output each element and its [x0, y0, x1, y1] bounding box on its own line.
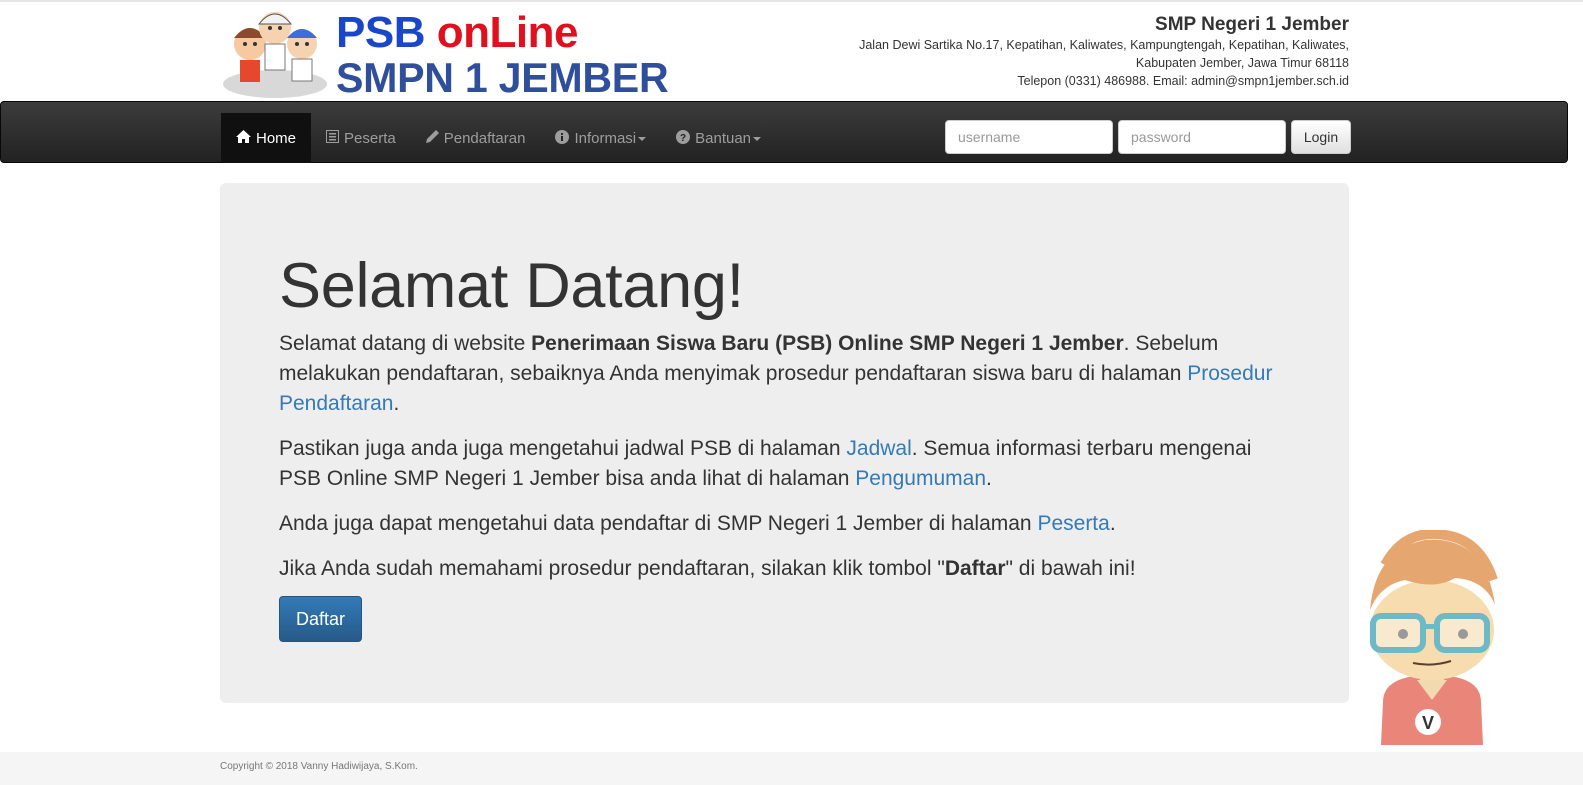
jadwal-link[interactable]: Jadwal [846, 437, 911, 460]
paragraph-peserta: Anda juga dapat mengetahui data pendafta… [279, 509, 1289, 539]
nav-label-peserta: Peserta [344, 129, 396, 147]
login-form: Login [945, 120, 1351, 154]
paragraph-intro: Selamat datang di website Penerimaan Sis… [279, 329, 1289, 419]
login-button[interactable]: Login [1291, 120, 1351, 154]
username-input[interactable] [945, 120, 1113, 154]
intro-text-a: Selamat datang di website [279, 332, 532, 355]
navbar: Home Peserta Pendaftaran Informasi ? Ban… [0, 101, 1568, 163]
info-icon [555, 129, 570, 147]
school-address-2: Kabupaten Jember, Jawa Timur 68118 [1135, 56, 1349, 70]
peserta-text-b: . [1109, 512, 1116, 535]
boy-mascot-icon: V [1370, 530, 1498, 745]
footer: Copyright © 2018 Vanny Hadiwijaya, S.Kom… [0, 752, 1583, 785]
nav-item-pendaftaran[interactable]: Pendaftaran [411, 113, 541, 163]
intro-text-c: . [393, 392, 400, 415]
paragraph-jadwal: Pastikan juga anda juga mengetahui jadwa… [279, 434, 1289, 494]
welcome-text: Selamat datang di website Penerimaan Sis… [279, 329, 1289, 599]
chevron-down-icon [638, 137, 647, 141]
logo-title: PSB onLine [336, 10, 578, 56]
jadwal-text-a: Pastikan juga anda juga mengetahui jadwa… [279, 437, 847, 460]
children-mascot-logo-icon [223, 12, 327, 98]
nav-item-informasi[interactable]: Informasi [540, 113, 661, 163]
daftar-text-b: " di bawah ini! [1005, 557, 1136, 580]
nav-item-peserta[interactable]: Peserta [311, 113, 411, 163]
daftar-button[interactable]: Daftar [279, 596, 362, 642]
pencil-icon [425, 130, 439, 146]
school-name: SMP Negeri 1 Jember [1155, 14, 1349, 35]
question-icon: ? [676, 129, 691, 147]
logo-subtitle: SMPN 1 JEMBER [336, 54, 669, 101]
peserta-link[interactable]: Peserta [1037, 512, 1109, 535]
nav-label-home: Home [256, 129, 297, 147]
svg-text:V: V [1422, 713, 1434, 733]
school-info: SMP Negeri 1 Jember Jalan Dewi Sartika N… [789, 14, 1349, 90]
welcome-panel: Selamat Datang! Selamat datang di websit… [220, 183, 1349, 703]
logo-online-text: onLine [436, 8, 579, 57]
password-input[interactable] [1118, 120, 1286, 154]
nav-menu: Home Peserta Pendaftaran Informasi ? Ban… [221, 113, 776, 163]
intro-bold: Penerimaan Siswa Baru (PSB) Online SMP N… [531, 332, 1124, 355]
nav-label-pendaftaran: Pendaftaran [443, 129, 526, 147]
nav-item-home[interactable]: Home [221, 113, 312, 163]
jadwal-text-c: . [986, 467, 992, 490]
svg-text:?: ? [680, 133, 686, 144]
copyright-text: Copyright © 2018 Vanny Hadiwijaya, S.Kom… [220, 761, 418, 772]
school-address-1: Jalan Dewi Sartika No.17, Kepatihan, Kal… [859, 38, 1349, 52]
nav-label-bantuan: Bantuan [695, 129, 752, 147]
header: PSB onLine SMPN 1 JEMBER SMP Negeri 1 Je… [220, 2, 1349, 100]
nav-label-informasi: Informasi [574, 129, 637, 147]
chevron-down-icon [753, 137, 762, 141]
pengumuman-link[interactable]: Pengumuman [855, 467, 986, 490]
home-icon [236, 130, 251, 146]
page-title: Selamat Datang! [279, 251, 744, 321]
list-icon [326, 130, 340, 146]
logo-psb-text: PSB [336, 8, 425, 57]
paragraph-daftar: Jika Anda sudah memahami prosedur pendaf… [279, 554, 1289, 584]
nav-item-bantuan[interactable]: ? Bantuan [661, 113, 776, 163]
daftar-text-a: Jika Anda sudah memahami prosedur pendaf… [279, 557, 945, 580]
school-contact: Telepon (0331) 486988. Email: admin@smpn… [1017, 74, 1349, 88]
peserta-text-a: Anda juga dapat mengetahui data pendafta… [279, 512, 1038, 535]
daftar-bold: Daftar [944, 557, 1006, 580]
site-logo[interactable]: PSB onLine SMPN 1 JEMBER [220, 4, 669, 100]
